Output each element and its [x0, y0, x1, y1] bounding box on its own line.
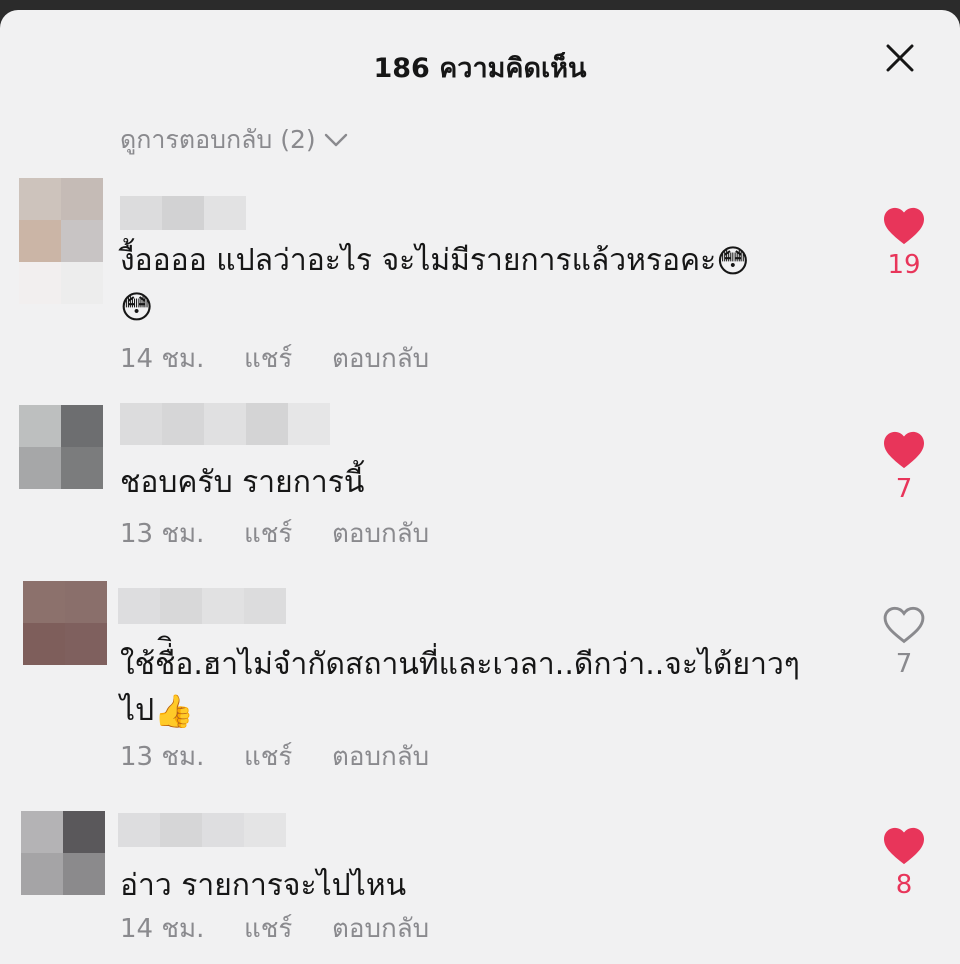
thumbs-up-emoji: 👍 — [154, 692, 194, 730]
avatar-tile — [21, 853, 63, 895]
comment-text: ชอบครับ รายการนี้ — [120, 465, 365, 500]
avatar-tile — [61, 447, 103, 489]
view-replies-button[interactable]: ดูการตอบกลับ (2) — [120, 122, 348, 158]
avatar-tile — [61, 178, 103, 220]
avatar[interactable] — [23, 581, 107, 665]
like-button[interactable]: 7 — [878, 430, 930, 504]
avatar-tile — [21, 811, 63, 853]
comment-meta: 13 ชม. แชร์ ตอบกลับ — [120, 513, 429, 553]
comment-time: 13 ชม. — [120, 518, 205, 549]
avatar-tile — [19, 262, 61, 304]
close-button[interactable] — [880, 38, 920, 78]
username-blurred[interactable] — [120, 403, 330, 445]
close-icon — [886, 44, 914, 72]
avatar-tile — [19, 447, 61, 489]
share-button[interactable]: แชร์ — [244, 338, 332, 379]
avatar[interactable] — [19, 178, 103, 304]
chevron-down-icon — [324, 133, 347, 147]
like-button[interactable]: 7 — [878, 605, 930, 679]
comment-time: 14 ชม. — [120, 343, 205, 374]
reply-button[interactable]: ตอบกลับ — [332, 513, 429, 554]
like-count: 8 — [895, 870, 913, 900]
share-button[interactable]: แชร์ — [244, 908, 332, 949]
comment-meta: 13 ชม. แชร์ ตอบกลับ — [120, 736, 429, 776]
heart-outline-icon — [883, 606, 925, 644]
share-button[interactable]: แชร์ — [244, 736, 332, 777]
like-button[interactable]: 8 — [878, 826, 930, 900]
avatar-tile — [19, 405, 61, 447]
comment-meta: 14 ชม. แชร์ ตอบกลับ — [120, 908, 429, 948]
avatar[interactable] — [19, 405, 103, 489]
share-button[interactable]: แชร์ — [244, 513, 332, 554]
heart-filled-icon — [884, 431, 924, 469]
username-blurred[interactable] — [120, 196, 246, 230]
flushed-face-emoji: 😳 — [120, 288, 154, 326]
reply-button[interactable]: ตอบกลับ — [332, 338, 429, 379]
heart-filled-icon — [884, 207, 924, 245]
comment-time: 14 ชม. — [120, 913, 205, 944]
username-blurred[interactable] — [118, 813, 286, 847]
avatar-tile — [63, 811, 105, 853]
avatar-tile — [23, 623, 65, 665]
comment-text: งื้ออออ แปลว่าอะไร จะไม่มีรายการแล้วหรอค… — [120, 242, 750, 326]
reply-button[interactable]: ตอบกลับ — [332, 736, 429, 777]
avatar-tile — [61, 405, 103, 447]
like-button[interactable]: 19 — [878, 206, 930, 280]
avatar-tile — [23, 581, 65, 623]
reply-button[interactable]: ตอบกลับ — [332, 908, 429, 949]
avatar-tile — [61, 220, 103, 262]
comments-sheet: 186 ความคิดเห็น ดูการตอบกลับ (2) งื้ออออ… — [0, 10, 960, 964]
comment-time: 13 ชม. — [120, 741, 205, 772]
view-replies-label: ดูการตอบกลับ (2) — [120, 125, 316, 154]
avatar-tile — [63, 853, 105, 895]
username-blurred[interactable] — [118, 588, 286, 624]
avatar-tile — [19, 178, 61, 220]
comment-text: ใช้ชื่ิอ.ฮาไม่จำกัดสถานที่และเวลา..ดีกว่… — [120, 647, 800, 730]
flushed-face-emoji: 😳 — [716, 242, 750, 280]
avatar-tile — [65, 623, 107, 665]
like-count: 7 — [895, 649, 913, 679]
comment-meta: 14 ชม. แชร์ ตอบกลับ — [120, 338, 429, 378]
comment-text: อ่าว รายการจะไปไหน — [120, 868, 407, 903]
avatar-tile — [65, 581, 107, 623]
heart-filled-icon — [884, 827, 924, 865]
avatar[interactable] — [21, 811, 105, 895]
like-count: 19 — [887, 250, 921, 280]
comments-title: 186 ความคิดเห็น — [373, 53, 587, 84]
avatar-tile — [19, 220, 61, 262]
avatar-tile — [61, 262, 103, 304]
like-count: 7 — [895, 474, 913, 504]
